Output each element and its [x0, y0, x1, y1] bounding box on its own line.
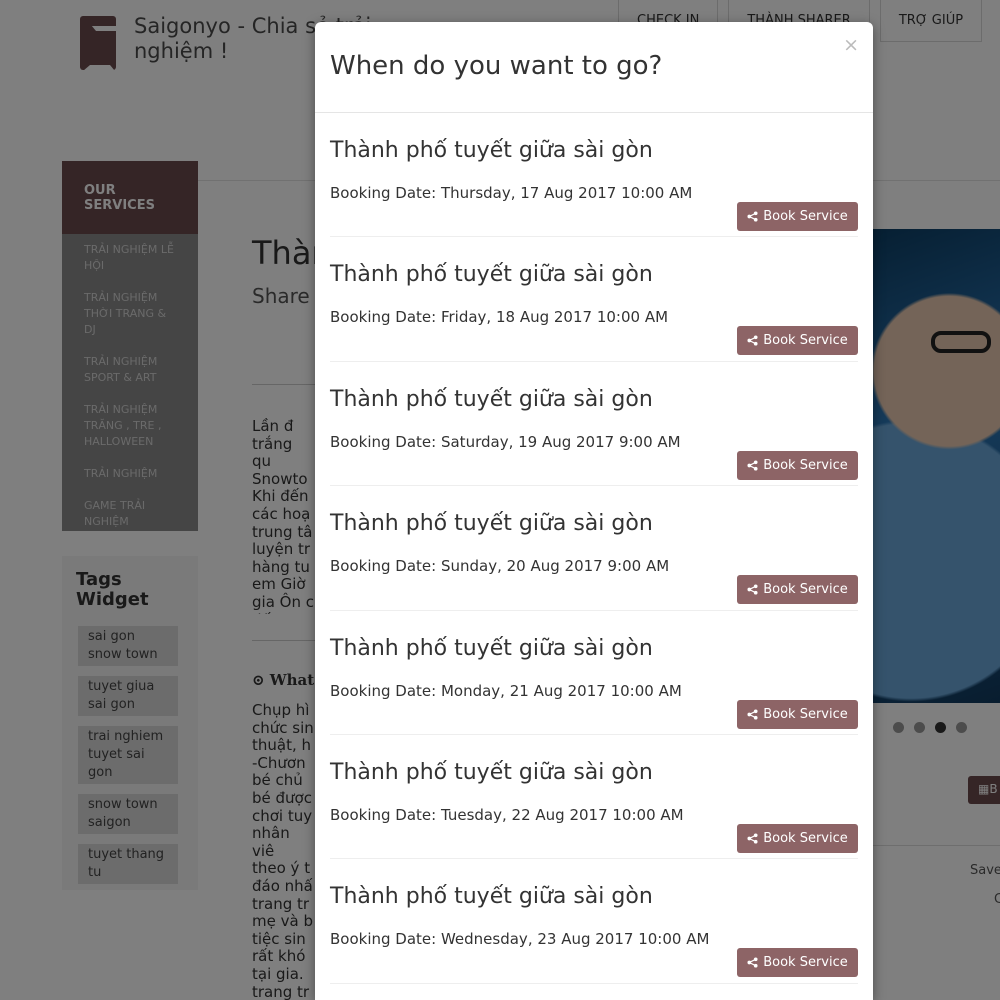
book-service-label: Book Service: [763, 706, 848, 722]
service-item: Thành phố tuyết giữa sài gòn Booking Dat…: [330, 611, 858, 735]
service-title: Thành phố tuyết giữa sài gòn: [330, 386, 653, 412]
service-title: Thành phố tuyết giữa sài gòn: [330, 759, 653, 785]
service-item: Thành phố tuyết giữa sài gòn Booking Dat…: [330, 859, 858, 984]
service-item: Thành phố tuyết giữa sài gòn Booking Dat…: [330, 113, 858, 238]
booking-date: Booking Date: Saturday, 19 Aug 2017 9:00…: [330, 432, 681, 451]
booking-date: Booking Date: Sunday, 20 Aug 2017 9:00 A…: [330, 557, 670, 576]
booking-date: Booking Date: Wednesday, 23 Aug 2017 10:…: [330, 930, 710, 949]
book-service-label: Book Service: [763, 457, 848, 473]
close-icon[interactable]: ×: [843, 34, 859, 56]
service-item: Thành phố tuyết giữa sài gòn Booking Dat…: [330, 237, 858, 362]
book-service-button[interactable]: Book Service: [737, 948, 858, 978]
modal-header: When do you want to go? ×: [315, 22, 873, 113]
book-service-label: Book Service: [763, 333, 848, 349]
share-icon: [747, 211, 758, 222]
book-service-button[interactable]: Book Service: [737, 326, 858, 356]
book-service-button[interactable]: Book Service: [737, 575, 858, 605]
modal-title: When do you want to go?: [330, 51, 663, 81]
book-service-button[interactable]: Book Service: [737, 450, 858, 480]
share-icon: [747, 460, 758, 471]
service-title: Thành phố tuyết giữa sài gòn: [330, 884, 653, 910]
service-title: Thành phố tuyết giữa sài gòn: [330, 511, 653, 537]
book-service-label: Book Service: [763, 582, 848, 598]
service-title: Thành phố tuyết giữa sài gòn: [330, 262, 653, 288]
share-icon: [747, 957, 758, 968]
book-service-button[interactable]: Book Service: [737, 823, 858, 853]
modal-body: Thành phố tuyết giữa sài gòn Booking Dat…: [315, 113, 873, 984]
share-icon: [747, 584, 758, 595]
service-item: Thành phố tuyết giữa sài gòn Booking Dat…: [330, 735, 858, 860]
book-service-button[interactable]: Book Service: [737, 699, 858, 729]
service-item: Thành phố tuyết giữa sài gòn Booking Dat…: [330, 486, 858, 611]
booking-date: Booking Date: Friday, 18 Aug 2017 10:00 …: [330, 308, 669, 327]
booking-date: Booking Date: Tuesday, 22 Aug 2017 10:00…: [330, 805, 684, 824]
service-title: Thành phố tuyết giữa sài gòn: [330, 138, 653, 163]
book-service-button[interactable]: Book Service: [737, 202, 858, 231]
book-service-label: Book Service: [763, 209, 848, 224]
booking-date: Booking Date: Thursday, 17 Aug 2017 10:0…: [330, 184, 693, 202]
share-icon: [747, 335, 758, 346]
service-item: Thành phố tuyết giữa sài gòn Booking Dat…: [330, 362, 858, 487]
share-icon: [747, 833, 758, 844]
share-icon: [747, 709, 758, 720]
service-title: Thành phố tuyết giữa sài gòn: [330, 635, 653, 661]
booking-date: Booking Date: Monday, 21 Aug 2017 10:00 …: [330, 681, 682, 700]
book-service-label: Book Service: [763, 830, 848, 846]
book-service-label: Book Service: [763, 955, 848, 971]
booking-modal: When do you want to go? × Thành phố tuyế…: [315, 22, 873, 1000]
